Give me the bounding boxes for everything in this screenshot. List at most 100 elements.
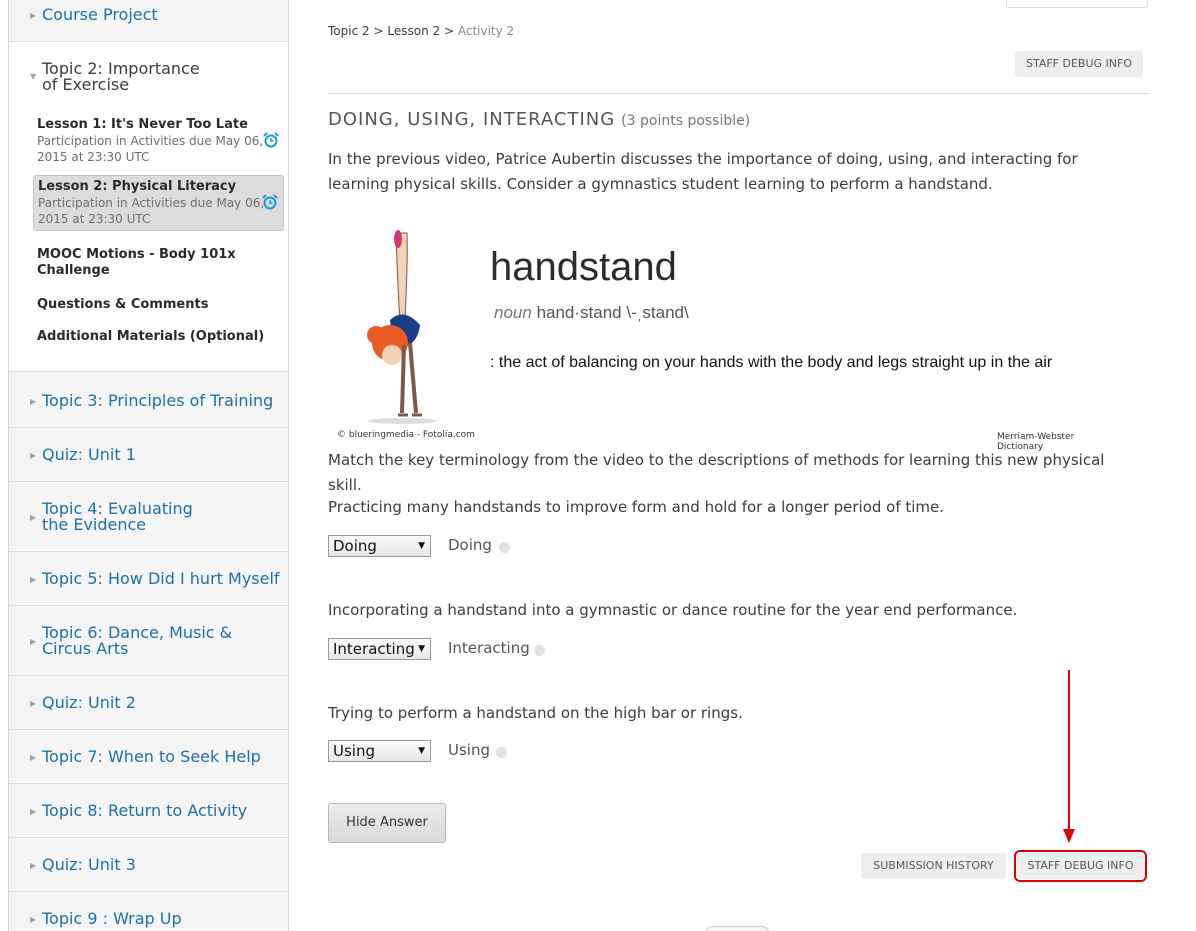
staff-debug-info-button-bottom[interactable]: STAFF DEBUG INFO	[1014, 850, 1147, 882]
question-2-text: Incorporating a handstand into a gymnast…	[328, 601, 1018, 619]
select-value: Using	[333, 742, 375, 760]
problem-content: Topic 2 > Lesson 2 > Activity 2 STAFF DE…	[328, 0, 1150, 931]
chapter-topic-8[interactable]: ▶ Topic 8: Return to Activity	[9, 784, 288, 838]
submission-history-button[interactable]: SUBMISSION HISTORY	[861, 853, 1006, 879]
chevron-right-icon: ▶	[30, 397, 37, 406]
chevron-right-icon: ▶	[30, 451, 37, 460]
pronunciation-text: hand·stand \-ˌstand\	[536, 303, 689, 322]
part-of-speech: noun	[494, 303, 532, 322]
question-3-answer: Using	[448, 741, 490, 759]
problem-title: DOING, USING, INTERACTING (3 points possi…	[328, 109, 750, 130]
chapter-quiz-unit-3[interactable]: ▶ Quiz: Unit 3	[9, 838, 288, 892]
chevron-right-icon: ▶	[30, 753, 37, 762]
breadcrumb-separator: >	[373, 24, 384, 38]
dictionary-word: handstand	[490, 245, 677, 289]
lesson-title-line1: MOOC Motions - Body 101x	[37, 247, 236, 262]
chapter-topic-6[interactable]: ▶ Topic 6: Dance, Music & Circus Arts	[9, 606, 288, 676]
status-dot-icon	[496, 747, 507, 758]
question-3-text: Trying to perform a handstand on the hig…	[328, 704, 743, 722]
breadcrumb-lesson[interactable]: Lesson 2	[387, 24, 440, 38]
lesson-1[interactable]: Lesson 1: It's Never Too Late Participat…	[33, 114, 284, 168]
chapter-title[interactable]: Topic 3: Principles of Training	[42, 393, 273, 409]
chevron-right-icon: ▶	[30, 11, 37, 20]
bottom-nav-tab[interactable]	[705, 926, 770, 931]
lesson-title-line2: Challenge	[37, 263, 110, 278]
alarm-clock-icon	[262, 194, 278, 210]
chevron-right-icon: ▶	[30, 637, 37, 646]
lesson-due: Participation in Activities due May 06,	[37, 134, 264, 148]
chapter-topic-5[interactable]: ▶ Topic 5: How Did I hurt Myself	[9, 552, 288, 606]
annotation-arrow-head	[1063, 829, 1075, 843]
select-value: Doing	[333, 537, 377, 555]
chapter-quiz-unit-1[interactable]: ▶ Quiz: Unit 1	[9, 428, 288, 482]
dropdown-arrow-icon: ▼	[418, 746, 425, 756]
image-credit: © blueringmedia - Fotolia.com	[337, 430, 475, 440]
chevron-right-icon: ▶	[30, 699, 37, 708]
breadcrumb-topic[interactable]: Topic 2	[328, 24, 370, 38]
chapter-title[interactable]: Quiz: Unit 1	[42, 447, 136, 463]
handstand-illustration: handstand noun hand·stand \-ˌstand\ : th…	[332, 225, 1122, 452]
chevron-right-icon: ▶	[30, 575, 37, 584]
chapter-title-line2[interactable]: of Exercise	[42, 77, 129, 93]
chapter-topic-7[interactable]: ▶ Topic 7: When to Seek Help	[9, 730, 288, 784]
chapter-title-line2[interactable]: the Evidence	[42, 517, 146, 533]
question-1-text: Practicing many handstands to improve fo…	[328, 498, 945, 516]
breadcrumb-activity: Activity 2	[457, 24, 515, 38]
problem-points: (3 points possible)	[621, 113, 751, 129]
breadcrumb-separator: >	[443, 24, 455, 38]
lesson-title: Lesson 2: Physical Literacy	[38, 179, 237, 194]
lesson-2-active[interactable]: Lesson 2: Physical Literacy Participatio…	[33, 175, 284, 231]
chapter-title[interactable]: Topic 9 : Wrap Up	[42, 911, 182, 927]
staff-debug-info-button-top[interactable]: STAFF DEBUG INFO	[1015, 51, 1143, 77]
chapter-quiz-unit-2[interactable]: ▶ Quiz: Unit 2	[9, 676, 288, 730]
lesson-due-date: 2015 at 23:30 UTC	[38, 212, 151, 226]
question-3-select[interactable]: Using ▼	[328, 740, 431, 762]
question-1-answer: Doing	[448, 536, 492, 554]
gymnast-handstand-image	[367, 230, 436, 424]
chevron-right-icon: ▶	[30, 513, 37, 522]
lesson-title: Questions & Comments	[37, 297, 209, 312]
chapter-title[interactable]: Course Project	[42, 7, 158, 23]
dropdown-arrow-icon: ▼	[418, 541, 425, 551]
chevron-right-icon: ▶	[30, 861, 37, 870]
annotation-arrow-shaft	[1068, 670, 1070, 840]
lesson-title: Lesson 1: It's Never Too Late	[37, 117, 248, 132]
select-value: Interacting	[333, 640, 415, 658]
question-1-select[interactable]: Doing ▼	[328, 535, 431, 557]
problem-intro: In the previous video, Patrice Aubertin …	[328, 150, 1078, 193]
problem-instructions: Match the key terminology from the video…	[328, 451, 1105, 494]
chapter-topic-9[interactable]: ▶ Topic 9 : Wrap Up	[9, 892, 288, 931]
alarm-clock-icon	[263, 132, 279, 148]
lesson-due-date: 2015 at 23:30 UTC	[37, 150, 150, 164]
chapter-title[interactable]: Topic 5: How Did I hurt Myself	[42, 571, 280, 587]
chevron-down-icon: ▼	[30, 72, 37, 81]
lesson-due: Participation in Activities due May 06,	[38, 196, 265, 210]
definition: : the act of balancing on your hands wit…	[490, 354, 1053, 371]
top-button-edge	[1006, 0, 1148, 8]
question-2-answer: Interacting	[448, 639, 530, 657]
chapter-title[interactable]: Topic 8: Return to Activity	[42, 803, 247, 819]
problem-title-text: DOING, USING, INTERACTING	[328, 109, 616, 130]
chevron-right-icon: ▶	[30, 915, 37, 924]
chapter-topic-3[interactable]: ▶ Topic 3: Principles of Training	[9, 373, 288, 428]
hide-answer-button[interactable]: Hide Answer	[328, 803, 446, 843]
chapter-course-project[interactable]: ▶ Course Project	[9, 0, 288, 42]
chapter-topic-4[interactable]: ▶ Topic 4: Evaluating the Evidence	[9, 482, 288, 552]
course-navigation-sidebar: ▶ Course Project ▼ Topic 2: Importance o…	[8, 0, 289, 931]
breadcrumb: Topic 2 > Lesson 2 > Activity 2	[328, 24, 514, 38]
chapter-title[interactable]: Quiz: Unit 3	[42, 857, 136, 873]
chapter-topic-2[interactable]: ▼ Topic 2: Importance of Exercise	[9, 42, 288, 102]
status-dot-icon	[499, 542, 510, 553]
dropdown-arrow-icon: ▼	[418, 644, 425, 654]
chevron-right-icon: ▶	[30, 807, 37, 816]
chapter-title[interactable]: Quiz: Unit 2	[42, 695, 136, 711]
lesson-title: Additional Materials (Optional)	[37, 329, 265, 344]
question-2-select[interactable]: Interacting ▼	[328, 638, 431, 660]
lesson-questions-comments[interactable]: Questions & Comments	[33, 294, 284, 316]
chapter-title[interactable]: Topic 7: When to Seek Help	[42, 749, 261, 765]
status-dot-icon	[534, 645, 545, 656]
divider	[328, 93, 1150, 94]
lesson-additional-materials[interactable]: Additional Materials (Optional)	[33, 326, 284, 348]
lesson-mooc-motions[interactable]: MOOC Motions - Body 101x Challenge	[33, 244, 284, 282]
chapter-title-line2[interactable]: Circus Arts	[42, 641, 128, 657]
